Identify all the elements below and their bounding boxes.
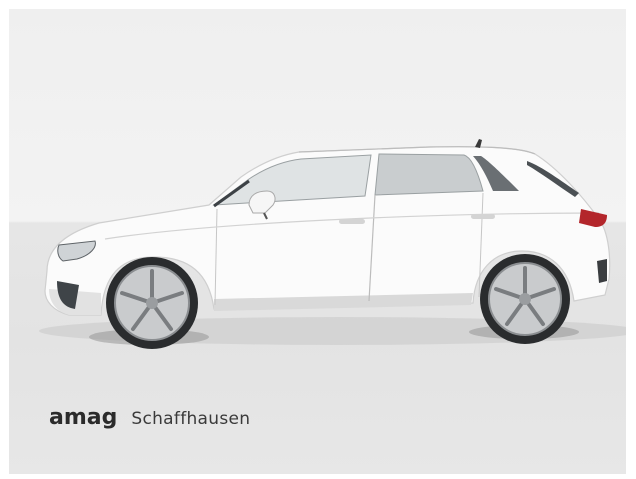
vehicle-photo: amag Schaffhausen <box>9 9 626 474</box>
dealer-location: Schaffhausen <box>131 409 251 429</box>
brand-wordmark: amag <box>49 405 118 430</box>
dealer-logo: amag Schaffhausen <box>49 405 250 430</box>
